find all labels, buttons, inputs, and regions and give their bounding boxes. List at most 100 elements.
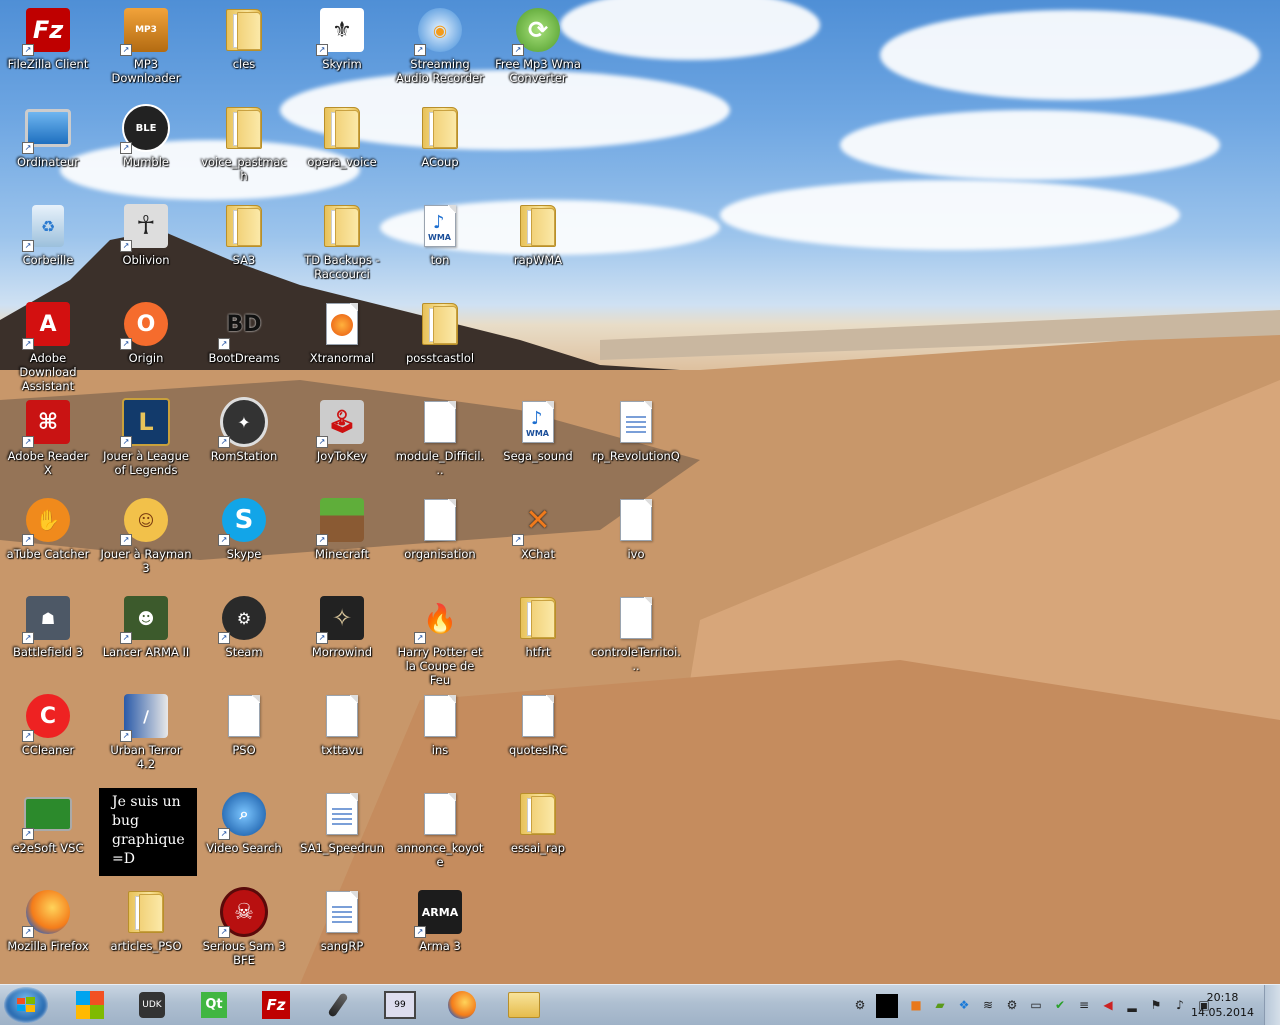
desktop-icon[interactable]: L ↗ Jouer à League of Legends <box>98 392 194 486</box>
desktop-icon[interactable]: ✦ ↗ RomStation <box>196 392 292 486</box>
desktop-icon[interactable]: ☥ ↗ Oblivion <box>98 196 194 290</box>
desktop-icon[interactable]: cles <box>196 0 292 94</box>
desktop-icon[interactable]: ⌕ ↗ Video Search <box>196 784 292 878</box>
converter-icon: ⟳ ↗ <box>512 6 562 56</box>
desktop-icon[interactable]: organisation <box>392 490 488 584</box>
desktop-icon[interactable]: rp_RevolutionQ <box>588 392 684 486</box>
desktop-icon[interactable]: ☻ ↗ Lancer ARMA II <box>98 588 194 682</box>
steam-tray-icon[interactable]: ⚙ <box>852 997 868 1013</box>
checkmark-tray-icon[interactable]: ✔ <box>1052 997 1068 1013</box>
desktop-icon-label: Mozilla Firefox <box>7 939 89 953</box>
desktop-icon[interactable]: ↗ Minecraft <box>294 490 390 584</box>
taskbar-mirc-button[interactable]: 99 <box>376 987 424 1023</box>
desktop-icon[interactable]: MP3 ↗ MP3 Downloader <box>98 0 194 94</box>
folder-icon <box>416 300 464 348</box>
signal-tray-icon[interactable]: ▂ <box>1124 997 1140 1013</box>
desktop-icon-label: Origin <box>128 351 164 365</box>
taskbar-windows-live-button[interactable] <box>66 987 114 1023</box>
desktop-icon[interactable]: ivo <box>588 490 684 584</box>
bootdreams-icon: BD ↗ <box>218 300 268 350</box>
taskbar-filezilla-button[interactable]: Fz <box>252 987 300 1023</box>
nvidia-tray-icon[interactable]: ▰ <box>932 997 948 1013</box>
flag-tray-icon[interactable]: ⚑ <box>1148 997 1164 1013</box>
desktop-icon[interactable]: ∕ ↗ Urban Terror 4.2 <box>98 686 194 780</box>
desktop-icon[interactable]: Xtranormal <box>294 294 390 388</box>
desktop-icon[interactable]: opera_voice <box>294 98 390 192</box>
desktop-icon[interactable]: ✧ ↗ Morrowind <box>294 588 390 682</box>
desktop-icon[interactable]: ↗ Ordinateur <box>0 98 96 192</box>
desktop-icon[interactable]: ✕ ↗ XChat <box>490 490 586 584</box>
desktop-icon[interactable]: ↗ e2eSoft VSC <box>0 784 96 878</box>
desktop-icon[interactable]: BLE ↗ Mumble <box>98 98 194 192</box>
desktop-icon[interactable]: ♪ WMA Sega_sound <box>490 392 586 486</box>
show-desktop-button[interactable] <box>1264 985 1280 1025</box>
speaker-tray-icon[interactable]: ♪ <box>1172 997 1188 1013</box>
dropbox-tray-icon[interactable]: ❖ <box>956 997 972 1013</box>
desktop-icon[interactable]: PSO <box>196 686 292 780</box>
desktop-icon[interactable]: 🕹 ↗ JoyToKey <box>294 392 390 486</box>
desktop-icon[interactable]: txttavu <box>294 686 390 780</box>
desktop-icon[interactable]: controleTerritoi... <box>588 588 684 682</box>
arma3-icon: ARMA ↗ <box>414 888 464 938</box>
desktop-icon[interactable]: O ↗ Origin <box>98 294 194 388</box>
desktop-icon[interactable]: module_Difficil... <box>392 392 488 486</box>
desktop-icon[interactable]: ✋ ↗ aTube Catcher <box>0 490 96 584</box>
cloud <box>840 110 1220 180</box>
settings-tray-icon[interactable]: ⚙ <box>1004 997 1020 1013</box>
desktop-icon[interactable]: C ↗ CCleaner <box>0 686 96 780</box>
desktop-icon[interactable]: essai_rap <box>490 784 586 878</box>
taskbar-qt-button[interactable]: Qt <box>190 987 238 1023</box>
shortcut-arrow-icon: ↗ <box>512 534 524 546</box>
desktop-icon[interactable]: ☺ ↗ Jouer à Rayman 3 <box>98 490 194 584</box>
desktop-icon[interactable]: ♪ WMA ton <box>392 196 488 290</box>
desktop-icon[interactable]: ACoup <box>392 98 488 192</box>
start-button[interactable] <box>4 987 48 1023</box>
desktop-icon[interactable]: articles_PSO <box>98 882 194 976</box>
taskbar-firefox-button[interactable] <box>438 987 486 1023</box>
black-square-icon[interactable] <box>876 994 898 1018</box>
firefox-icon <box>448 991 476 1019</box>
wifi-tray-icon[interactable]: ≡ <box>1076 997 1092 1013</box>
desktop-icon[interactable]: 🔥 ↗ Harry Potter et la Coupe de Feu <box>392 588 488 688</box>
desktop-icon[interactable]: ↗ Mozilla Firefox <box>0 882 96 976</box>
clock[interactable]: 20:18 14.05.2014 <box>1191 990 1254 1020</box>
taskbar-explorer-button[interactable] <box>500 987 548 1023</box>
desktop-icon[interactable]: ⚜ ↗ Skyrim <box>294 0 390 94</box>
desktop-icon[interactable]: ⌘ ↗ Adobe Reader X <box>0 392 96 486</box>
desktop-icon[interactable]: TD Backups - Raccourci <box>294 196 390 290</box>
desktop-icon-label: rp_RevolutionQ <box>592 449 680 463</box>
desktop-icon-label: Mumble <box>123 155 169 169</box>
desktop-icon[interactable]: annonce_koyote <box>392 784 488 878</box>
desktop-icon[interactable]: ⟳ ↗ Free Mp3 Wma Converter <box>490 0 586 94</box>
desktop-icon[interactable]: ♻ ↗ Corbeille <box>0 196 96 290</box>
desktop-icon[interactable]: posstcastlol <box>392 294 488 388</box>
taskbar-microphone-button[interactable] <box>314 987 362 1023</box>
desktop-icon[interactable]: SA1_Speedrun <box>294 784 390 878</box>
cloud <box>560 0 820 60</box>
desktop-icon[interactable]: rapWMA <box>490 196 586 290</box>
desktop-icon[interactable]: quotesIRC <box>490 686 586 780</box>
monitor-tray-icon[interactable]: ▭ <box>1028 997 1044 1013</box>
desktop-icon[interactable]: voice_pastmach <box>196 98 292 192</box>
volume-tray-icon[interactable]: ◀ <box>1100 997 1116 1013</box>
desktop-icon[interactable]: A ↗ Adobe Download Assistant <box>0 294 96 393</box>
desktop-icon[interactable]: htfrt <box>490 588 586 682</box>
desktop-icon[interactable]: ARMA ↗ Arma 3 <box>392 882 488 976</box>
desktop-icon[interactable]: BD ↗ BootDreams <box>196 294 292 388</box>
orange-tray-icon[interactable]: ■ <box>908 997 924 1013</box>
desktop-icon[interactable]: SA3 <box>196 196 292 290</box>
desktop-icon[interactable]: S ↗ Skype <box>196 490 292 584</box>
desktop-icon[interactable]: Fz ↗ FileZilla Client <box>0 0 96 94</box>
desktop-icon[interactable]: ☗ ↗ Battlefield 3 <box>0 588 96 682</box>
desktop-icon[interactable]: ◉ ↗ Streaming Audio Recorder <box>392 0 488 94</box>
network-tray-icon[interactable]: ≋ <box>980 997 996 1013</box>
desktop-icon[interactable]: ins <box>392 686 488 780</box>
taskbar-udk-button[interactable]: UDK <box>128 987 176 1023</box>
shortcut-arrow-icon: ↗ <box>120 534 132 546</box>
desktop-icon[interactable]: ☠ ↗ Serious Sam 3 BFE <box>196 882 292 976</box>
desktop-icon[interactable]: sangRP <box>294 882 390 976</box>
desktop-icon-label: Morrowind <box>311 645 373 659</box>
desktop-icon-label: quotesIRC <box>508 743 568 757</box>
desktop-icon-label: sangRP <box>320 939 364 953</box>
desktop-icon[interactable]: ⚙ ↗ Steam <box>196 588 292 682</box>
